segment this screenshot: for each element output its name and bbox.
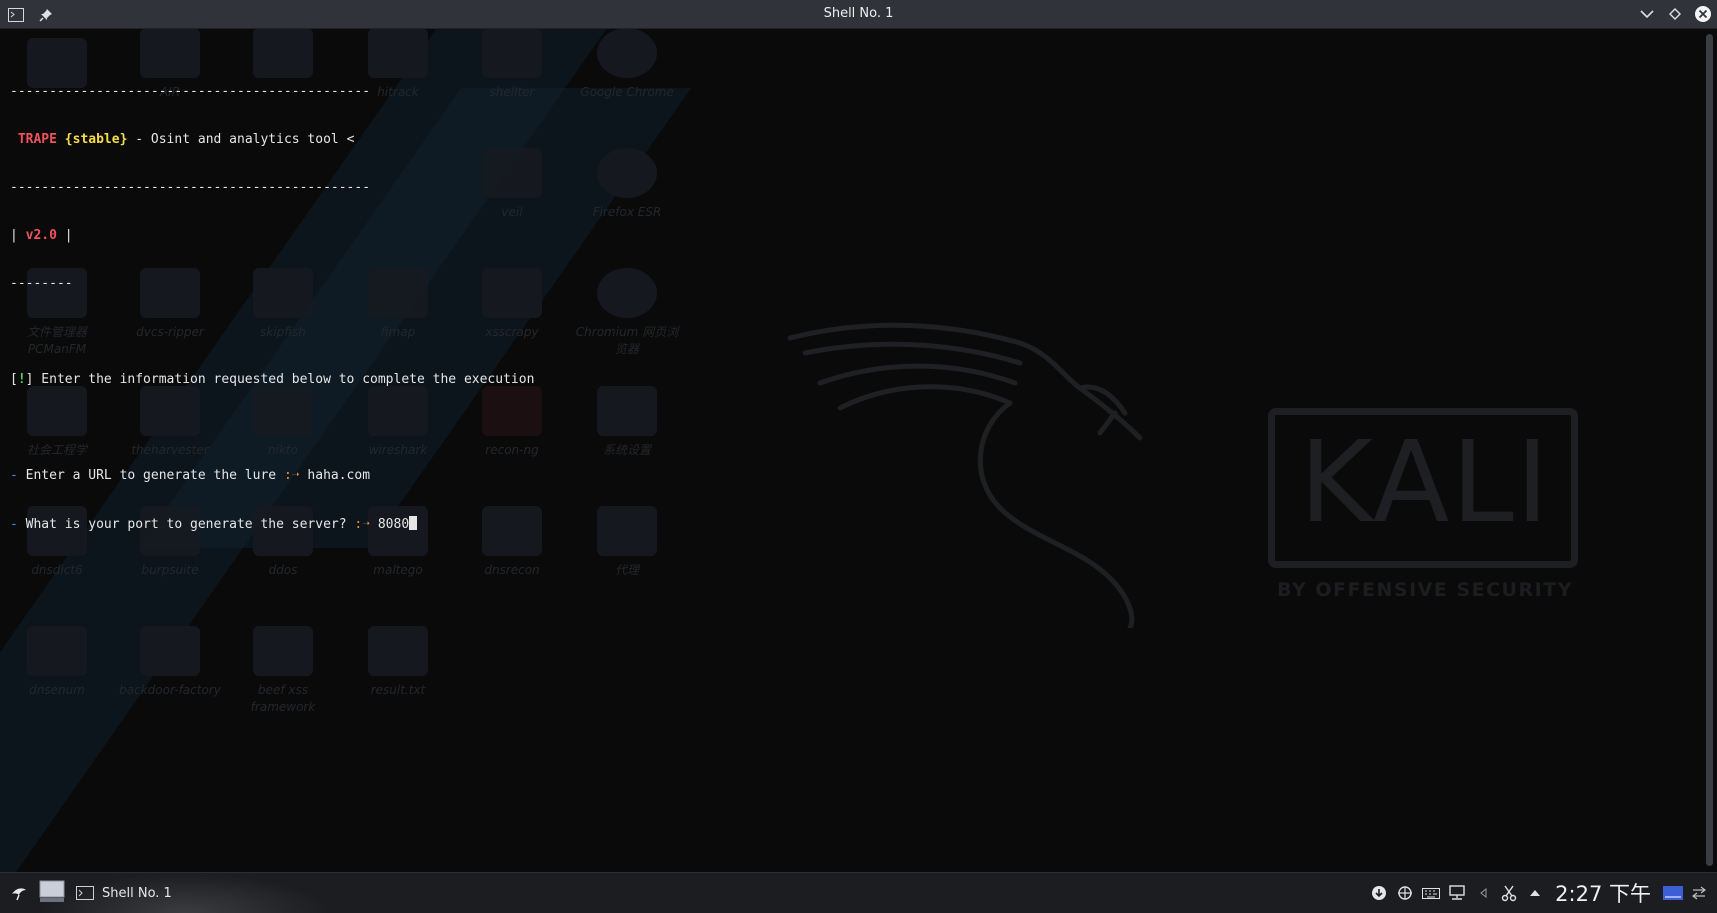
panel-options-icon[interactable] bbox=[1689, 883, 1709, 903]
desktop-icon[interactable]: result.txt bbox=[343, 626, 453, 699]
text-file-icon bbox=[368, 626, 428, 676]
port-input-value[interactable]: 8080 bbox=[370, 517, 409, 532]
notice-mark: ! bbox=[17, 372, 26, 387]
app-icon bbox=[27, 626, 87, 676]
system-tray: 2:27 下午 bbox=[1369, 873, 1717, 913]
folder-icon bbox=[597, 506, 657, 556]
terminal-app-icon[interactable] bbox=[6, 5, 26, 25]
maximize-diamond-icon[interactable] bbox=[1665, 4, 1685, 24]
tray-expand-icon[interactable] bbox=[1525, 883, 1545, 903]
firefox-icon bbox=[597, 148, 657, 198]
app-icon bbox=[253, 626, 313, 676]
banner-title-line: TRAPE {stable} - Osint and analytics too… bbox=[10, 132, 534, 148]
terminal-task-icon bbox=[76, 886, 94, 900]
window-title: Shell No. 1 bbox=[823, 6, 894, 21]
banner-rule-bottom: ----------------------------------------… bbox=[10, 180, 371, 195]
desktop-icon[interactable]: dnsenum bbox=[2, 626, 112, 699]
chromium-icon bbox=[597, 268, 657, 318]
version-number: v2.0 bbox=[25, 228, 57, 243]
url-prompt-line: - Enter a URL to generate the lure :➝ ha… bbox=[10, 468, 371, 483]
port-prompt-line[interactable]: - What is your port to generate the serv… bbox=[10, 516, 534, 532]
desktop-icon[interactable]: Google Chrome bbox=[572, 28, 682, 101]
settings-icon bbox=[597, 386, 657, 436]
release-tag: {stable} bbox=[64, 132, 128, 147]
app-name: TRAPE bbox=[17, 132, 57, 147]
application-launcher-icon[interactable] bbox=[8, 882, 30, 904]
app-icon bbox=[140, 626, 200, 676]
url-prompt: Enter a URL to generate the lure bbox=[17, 468, 284, 483]
version-rule: -------- bbox=[10, 276, 73, 291]
kali-wordmark: KALI bbox=[1299, 418, 1551, 548]
window-titlebar[interactable]: Shell No. 1 bbox=[0, 0, 1717, 29]
show-desktop-icon[interactable] bbox=[1663, 883, 1683, 903]
text-cursor bbox=[409, 516, 418, 530]
desktop-icon[interactable]: beef xss framework bbox=[228, 626, 338, 716]
network-sharing-icon[interactable] bbox=[1395, 883, 1415, 903]
scissors-icon[interactable] bbox=[1499, 883, 1519, 903]
notice-text: Enter the information requested below to… bbox=[33, 372, 535, 387]
desktop-icon[interactable]: backdoor-factory bbox=[115, 626, 225, 699]
chrome-icon bbox=[597, 28, 657, 78]
virtual-desktop-pager[interactable] bbox=[39, 878, 65, 906]
keyboard-icon[interactable] bbox=[1421, 883, 1441, 903]
url-value: haha.com bbox=[299, 468, 371, 483]
notice-line: [!] Enter the information requested belo… bbox=[10, 372, 535, 387]
terminal-scrollbar[interactable] bbox=[1706, 34, 1713, 866]
minimize-chevron-icon[interactable] bbox=[1637, 4, 1657, 24]
close-icon[interactable] bbox=[1693, 4, 1713, 24]
desktop-icon[interactable]: Chromium 网页浏览器 bbox=[572, 268, 682, 358]
clock[interactable]: 2:27 下午 bbox=[1555, 878, 1651, 908]
desktop-icon[interactable]: 系统设置 bbox=[572, 386, 682, 459]
terminal-output[interactable]: ----------------------------------------… bbox=[10, 52, 534, 548]
version-line: | v2.0 | bbox=[10, 228, 73, 243]
prompt-arrow: :➝ bbox=[354, 517, 371, 532]
desktop-icon[interactable]: 代理 bbox=[572, 506, 682, 579]
volume-icon[interactable] bbox=[1473, 883, 1493, 903]
taskbar: Shell No. 1 2:27 下午 bbox=[0, 872, 1717, 913]
banner-rule-top: ----------------------------------------… bbox=[10, 84, 371, 99]
prompt-arrow: :➝ bbox=[283, 468, 300, 483]
download-icon[interactable] bbox=[1369, 883, 1389, 903]
kali-tagline: BY OFFENSIVE SECURITY bbox=[1277, 579, 1573, 601]
kali-dragon-icon bbox=[787, 322, 1143, 628]
banner-description: - Osint and analytics tool < bbox=[127, 132, 355, 147]
port-prompt: What is your port to generate the server… bbox=[17, 517, 355, 532]
taskbar-task-shell[interactable]: Shell No. 1 bbox=[76, 879, 172, 907]
desktop-icon[interactable]: Firefox ESR bbox=[572, 148, 682, 221]
task-label: Shell No. 1 bbox=[102, 885, 172, 901]
pin-icon[interactable] bbox=[36, 5, 56, 25]
display-network-icon[interactable] bbox=[1447, 883, 1467, 903]
